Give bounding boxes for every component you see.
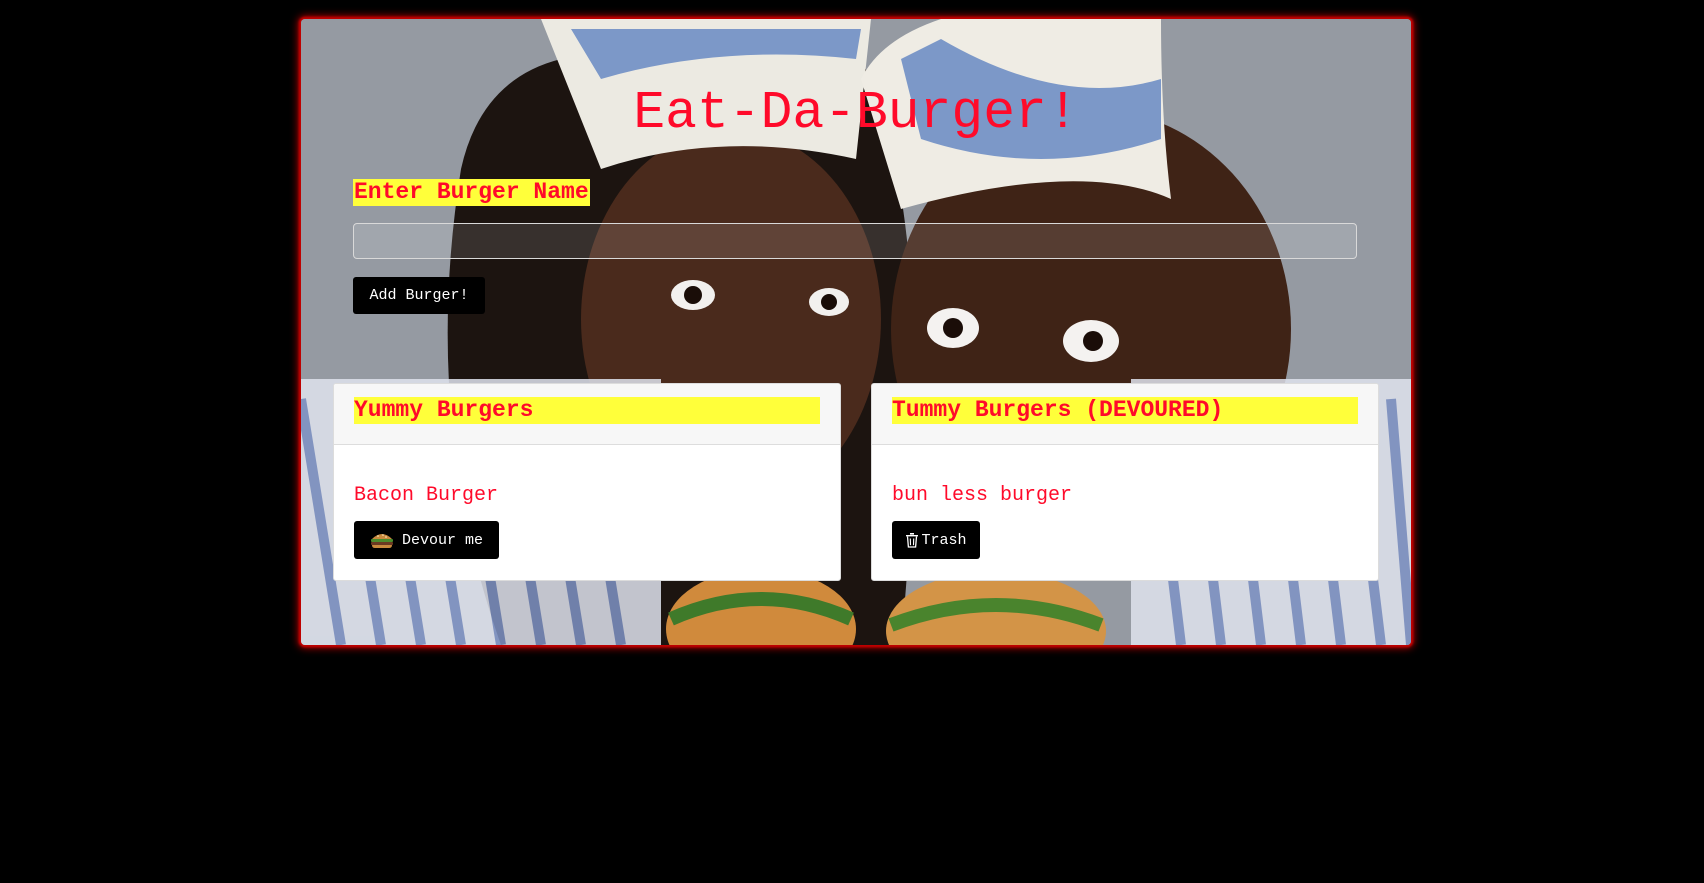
add-burger-button[interactable]: Add Burger! [353, 277, 485, 314]
burger-item-name: bun less burger [892, 484, 1073, 507]
trash-button-label: Trash [921, 531, 967, 549]
devour-button-label: Devour me [401, 531, 483, 549]
yummy-burgers-card: Yummy Burgers Bacon Burger Devour me [333, 383, 841, 581]
burger-icon [370, 531, 394, 549]
burger-name-input[interactable] [353, 223, 1357, 259]
devoured-burgers-card: Tummy Burgers (DEVOURED) bun less burger… [871, 383, 1379, 581]
burger-name-label: Enter Burger Name [353, 179, 590, 206]
yummy-burgers-heading: Yummy Burgers [354, 397, 820, 424]
burger-item-name: Bacon Burger [354, 484, 499, 507]
page-title: Eat-Da-Burger! [633, 83, 1079, 143]
devoured-burgers-heading: Tummy Burgers (DEVOURED) [892, 397, 1358, 424]
main-container: Eat-Da-Burger! Enter Burger Name Add Bur… [301, 19, 1411, 645]
devour-button[interactable]: Devour me [354, 521, 499, 559]
card-header: Yummy Burgers [334, 384, 840, 445]
trash-icon [905, 532, 919, 548]
trash-button[interactable]: Trash [892, 521, 980, 559]
card-header: Tummy Burgers (DEVOURED) [872, 384, 1378, 445]
